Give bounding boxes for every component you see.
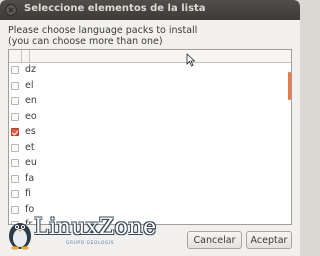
list-item[interactable]: eu xyxy=(9,156,291,172)
list-item[interactable]: fi xyxy=(9,187,291,203)
scrollbar-thumb[interactable] xyxy=(288,72,291,100)
watermark-subtitle: GRUPO GEOLOGIS xyxy=(66,241,115,246)
item-label: es xyxy=(25,126,36,137)
mouse-pointer-icon xyxy=(186,53,196,67)
list-item[interactable]: dz xyxy=(9,63,291,79)
prompt-text: Please choose language packs to install … xyxy=(8,25,197,47)
list-header[interactable] xyxy=(9,50,291,63)
close-icon xyxy=(8,7,14,13)
prompt-line-2: (you can choose more than one) xyxy=(8,36,163,47)
item-checkbox[interactable] xyxy=(11,97,19,105)
item-checkbox[interactable] xyxy=(11,66,19,74)
title-bar: Seleccione elementos de la lista xyxy=(0,0,300,20)
language-list[interactable]: dz el en eo es et eu fa fi fo fr xyxy=(8,49,292,225)
item-checkbox[interactable] xyxy=(11,190,19,198)
dialog-window: Seleccione elementos de la lista Please … xyxy=(0,0,300,256)
item-label: en xyxy=(25,95,37,106)
item-checkbox[interactable] xyxy=(11,128,19,136)
penguin-mascot-icon xyxy=(9,223,31,250)
header-separator xyxy=(21,50,22,62)
list-item[interactable]: el xyxy=(9,79,291,95)
accept-button[interactable]: Aceptar xyxy=(246,231,292,249)
window-title: Seleccione elementos de la lista xyxy=(24,3,206,14)
list-item[interactable]: es xyxy=(9,125,291,141)
item-label: et xyxy=(25,141,35,153)
item-checkbox[interactable] xyxy=(11,159,19,167)
item-label: el xyxy=(25,79,34,91)
item-label: eo xyxy=(25,110,37,122)
item-label: fa xyxy=(25,172,35,184)
list-item[interactable]: et xyxy=(9,141,291,157)
vertical-scrollbar[interactable] xyxy=(288,63,291,223)
header-separator xyxy=(29,50,30,62)
watermark-brand: LinuxZone xyxy=(34,215,157,240)
item-label: eu xyxy=(25,157,37,168)
list-item[interactable]: fa xyxy=(9,172,291,188)
item-label: dz xyxy=(25,64,37,75)
list-rows: dz el en eo es et eu fa fi fo fr xyxy=(9,63,291,224)
item-checkbox[interactable] xyxy=(11,81,19,90)
list-item[interactable]: eo xyxy=(9,110,291,126)
item-checkbox[interactable] xyxy=(11,112,19,121)
prompt-line-1: Please choose language packs to install xyxy=(8,25,198,36)
linuxzone-watermark-logo: LinuxZone GRUPO GEOLOGIS xyxy=(4,212,156,252)
list-item[interactable]: en xyxy=(9,94,291,110)
item-label: fi xyxy=(25,188,31,199)
item-checkbox[interactable] xyxy=(11,143,19,152)
item-checkbox[interactable] xyxy=(11,174,19,183)
cancel-button[interactable]: Cancelar xyxy=(187,231,242,249)
close-button[interactable] xyxy=(5,4,17,16)
